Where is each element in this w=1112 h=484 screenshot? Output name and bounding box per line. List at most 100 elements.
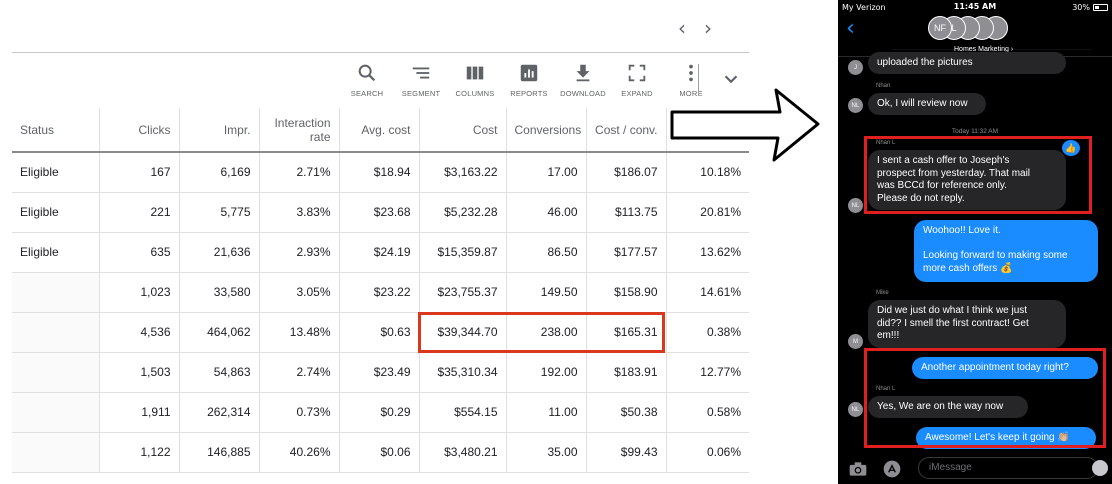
clock: 11:45 AM: [953, 2, 997, 11]
cell-avg-cost: $23.22: [339, 272, 420, 313]
search-icon: [358, 64, 376, 82]
reports-icon: [520, 64, 538, 82]
cell-conv-rate: 14.61%: [666, 272, 749, 313]
avatar: NF: [928, 16, 952, 40]
download-button[interactable]: DOWNLOAD: [556, 62, 610, 102]
message-bubble[interactable]: Yes, We are on the way now: [868, 396, 1028, 418]
cell-conv-rate: 12.77%: [666, 352, 749, 393]
table-row[interactable]: 1,023 33,580 3.05% $23.22 $23,755.37 149.50 $1…: [12, 272, 749, 313]
message-bubble[interactable]: Awesome! Let's keep it going 👏🏼: [916, 427, 1096, 449]
cell-conversions: 35.00: [506, 432, 587, 473]
cell-status: Eligible: [12, 192, 100, 233]
table-row[interactable]: 1,503 54,863 2.74% $23.49 $35,310.34 192.00 $1…: [12, 352, 749, 393]
segment-icon: [412, 67, 430, 79]
audio-waveform-icon[interactable]: [1092, 460, 1108, 476]
col-cost-per-conv[interactable]: Cost / conv.: [586, 108, 667, 153]
table-row[interactable]: Eligible 221 5,775 3.83% $23.68 $5,232.28 46.0…: [12, 192, 749, 233]
cell-cost-per-conv: $99.43: [586, 432, 667, 473]
cell-cost: $39,344.70: [419, 312, 507, 353]
cell-clicks: 4,536: [99, 312, 180, 353]
message-bubble[interactable]: Woohoo!! Love it. Looking forward to mak…: [914, 220, 1098, 282]
columns-icon: [466, 66, 484, 80]
table-row[interactable]: Eligible 635 21,636 2.93% $24.19 $15,359.87 86…: [12, 232, 749, 273]
message-bubble[interactable]: Did we just do what I think we just did?…: [868, 300, 1066, 348]
message-bubble[interactable]: uploaded the pictures: [868, 52, 1066, 74]
col-status[interactable]: Status: [12, 108, 100, 153]
divider: [12, 52, 749, 53]
table-row[interactable]: 1,911 262,314 0.73% $0.29 $554.15 11.00 $50.38…: [12, 392, 749, 433]
columns-button[interactable]: COLUMNS: [448, 62, 502, 102]
col-conversions[interactable]: Conversions: [506, 108, 587, 153]
sender-name: Nhan L: [876, 386, 896, 392]
expand-label: EXPAND: [621, 89, 653, 98]
cell-clicks: 1,503: [99, 352, 180, 393]
reports-button[interactable]: REPORTS: [502, 62, 556, 102]
cell-avg-cost: $0.06: [339, 432, 420, 473]
avatar: J: [848, 60, 863, 75]
message-bubble[interactable]: I sent a cash offer to Joseph's prospect…: [868, 150, 1066, 210]
segment-label: SEGMENT: [401, 89, 441, 98]
search-button[interactable]: SEARCH: [340, 62, 394, 102]
table-row[interactable]: Eligible 167 6,169 2.71% $18.94 $3,163.22 17.0…: [12, 152, 749, 193]
cell-clicks: 221: [99, 192, 180, 233]
table-row[interactable]: 1,122 146,885 40.26% $0.06 $3,480.21 35.00 $99…: [12, 432, 749, 473]
camera-icon[interactable]: [848, 459, 868, 479]
cell-impr: 146,885: [179, 432, 260, 473]
cell-conversions: 17.00: [506, 152, 587, 193]
message-bubble[interactable]: Ok, I will review now: [868, 93, 986, 115]
timestamp: Today 11:32 AM: [951, 128, 999, 135]
cell-conversions: 86.50: [506, 232, 587, 273]
reports-label: REPORTS: [510, 89, 548, 98]
table-row[interactable]: 4,536 464,062 13.48% $0.63 $39,344.70 238.00 $…: [12, 312, 749, 353]
cell-impr: 262,314: [179, 392, 260, 433]
cell-status: [12, 312, 100, 353]
cell-interaction-rate: 2.71%: [259, 152, 340, 193]
cell-conv-rate: 20.81%: [666, 192, 749, 233]
cell-cost-per-conv: $113.75: [586, 192, 667, 233]
expand-icon: [628, 64, 646, 82]
cell-clicks: 1,023: [99, 272, 180, 313]
expand-button[interactable]: EXPAND: [610, 62, 664, 102]
group-avatars[interactable]: NF L: [928, 16, 1008, 40]
cell-conversions: 149.50: [506, 272, 587, 313]
sender-name: Nhan: [876, 83, 891, 89]
col-clicks[interactable]: Clicks: [99, 108, 180, 153]
cell-conversions: 11.00: [506, 392, 587, 433]
cell-impr: 6,169: [179, 152, 260, 193]
cell-cost-per-conv: $158.90: [586, 272, 667, 313]
avatar: NL: [848, 98, 863, 113]
cell-status: Eligible: [12, 152, 100, 193]
sender-name: Mike: [876, 290, 889, 296]
message-composer: iMessage: [838, 454, 1112, 484]
prev-page-icon[interactable]: ‹: [678, 16, 686, 40]
status-bar: My Verizon 11:45 AM 30%: [838, 2, 1112, 14]
cell-cost: $23,755.37: [419, 272, 507, 313]
cell-conversions: 192.00: [506, 352, 587, 393]
search-label: SEARCH: [350, 89, 384, 98]
cell-cost: $554.15: [419, 392, 507, 433]
col-avg-cost[interactable]: Avg. cost: [339, 108, 420, 153]
col-interaction-rate[interactable]: Interaction rate: [259, 108, 340, 153]
cell-cost: $3,163.22: [419, 152, 507, 193]
segment-button[interactable]: SEGMENT: [394, 62, 448, 102]
thumbs-up-reaction-icon[interactable]: 👍: [1062, 140, 1080, 156]
cell-cost: $3,480.21: [419, 432, 507, 473]
cell-conv-rate: 0.58%: [666, 392, 749, 433]
next-page-icon[interactable]: ›: [704, 16, 712, 40]
message-bubble[interactable]: Another appointment today right?: [912, 357, 1098, 379]
imessage-input[interactable]: iMessage: [918, 457, 1098, 479]
app-store-icon[interactable]: [882, 459, 902, 479]
pagination: ‹ ›: [678, 16, 712, 40]
cell-interaction-rate: 2.93%: [259, 232, 340, 273]
battery-percent: 30%: [1072, 3, 1090, 12]
col-cost[interactable]: Cost: [419, 108, 507, 153]
arrow-right-icon: [670, 88, 820, 162]
cell-impr: 33,580: [179, 272, 260, 313]
back-chevron-icon[interactable]: ‹: [846, 16, 855, 41]
cell-avg-cost: $0.29: [339, 392, 420, 433]
avatar: M: [848, 334, 863, 349]
cell-cost-per-conv: $165.31: [586, 312, 667, 353]
col-impr[interactable]: Impr.: [179, 108, 260, 153]
cell-cost: $15,359.87: [419, 232, 507, 273]
download-label: DOWNLOAD: [560, 89, 606, 98]
